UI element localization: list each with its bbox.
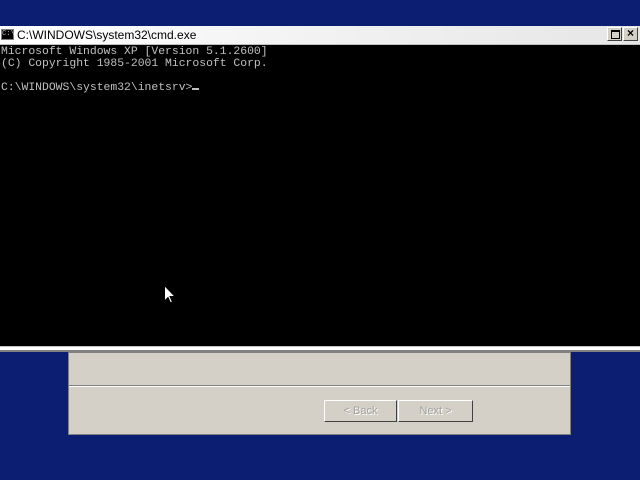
back-button[interactable]: < Back [324, 400, 397, 422]
cmd-icon[interactable]: C:\ [1, 29, 15, 40]
close-icon: × [626, 26, 634, 40]
window-title: C:\WINDOWS\system32\cmd.exe [17, 28, 197, 42]
console-line-version: Microsoft Windows XP [Version 5.1.2600] [1, 46, 268, 58]
console-output[interactable]: Microsoft Windows XP [Version 5.1.2600] … [0, 45, 640, 346]
next-button[interactable]: Next > [398, 400, 473, 422]
close-button[interactable]: × [623, 26, 638, 41]
title-bar[interactable]: C:\ C:\WINDOWS\system32\cmd.exe × [0, 26, 640, 45]
maximize-icon [611, 30, 620, 39]
command-prompt-window[interactable]: C:\ C:\WINDOWS\system32\cmd.exe × Micros… [0, 26, 640, 352]
command-prompt-line[interactable]: C:\WINDOWS\system32\inetsrv> [1, 82, 200, 94]
wizard-divider [69, 385, 570, 387]
window-bottom-border [0, 346, 640, 352]
text-cursor [192, 88, 200, 90]
mouse-pointer-icon [164, 285, 176, 304]
console-line-copyright: (C) Copyright 1985-2001 Microsoft Corp. [1, 58, 268, 70]
prompt-text: C:\WINDOWS\system32\inetsrv> [1, 82, 193, 94]
maximize-button[interactable] [607, 27, 622, 41]
setup-wizard-dialog: < Back Next > [68, 352, 571, 435]
